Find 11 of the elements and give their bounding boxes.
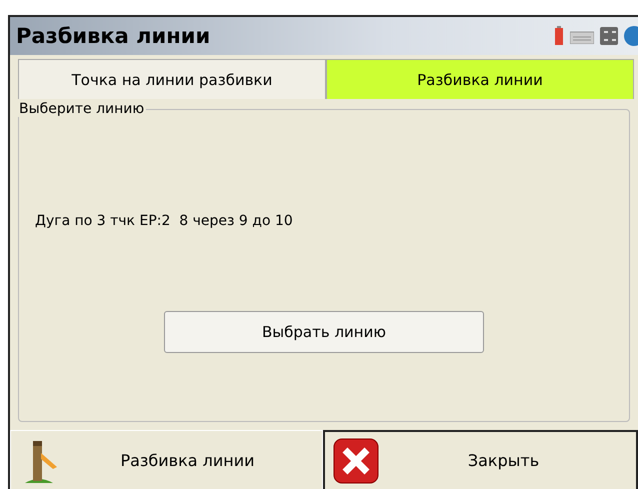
- battery-icon[interactable]: [554, 26, 564, 46]
- window-title: Разбивка линии: [16, 24, 210, 48]
- line-description: Дуга по 3 тчк EP:2 8 через 9 до 10: [35, 213, 294, 229]
- close-icon: [333, 438, 379, 484]
- tab[interactable]: Точка на линии разбивки: [18, 59, 326, 99]
- stakeout-button[interactable]: Разбивка линии: [10, 430, 323, 489]
- close-button[interactable]: Закрыть: [323, 430, 638, 489]
- tab[interactable]: Разбивка линии: [326, 59, 634, 99]
- select-line-button[interactable]: Выбрать линию: [164, 311, 484, 353]
- calculator-icon[interactable]: [600, 27, 618, 45]
- group-legend: Выберите линию: [17, 101, 146, 117]
